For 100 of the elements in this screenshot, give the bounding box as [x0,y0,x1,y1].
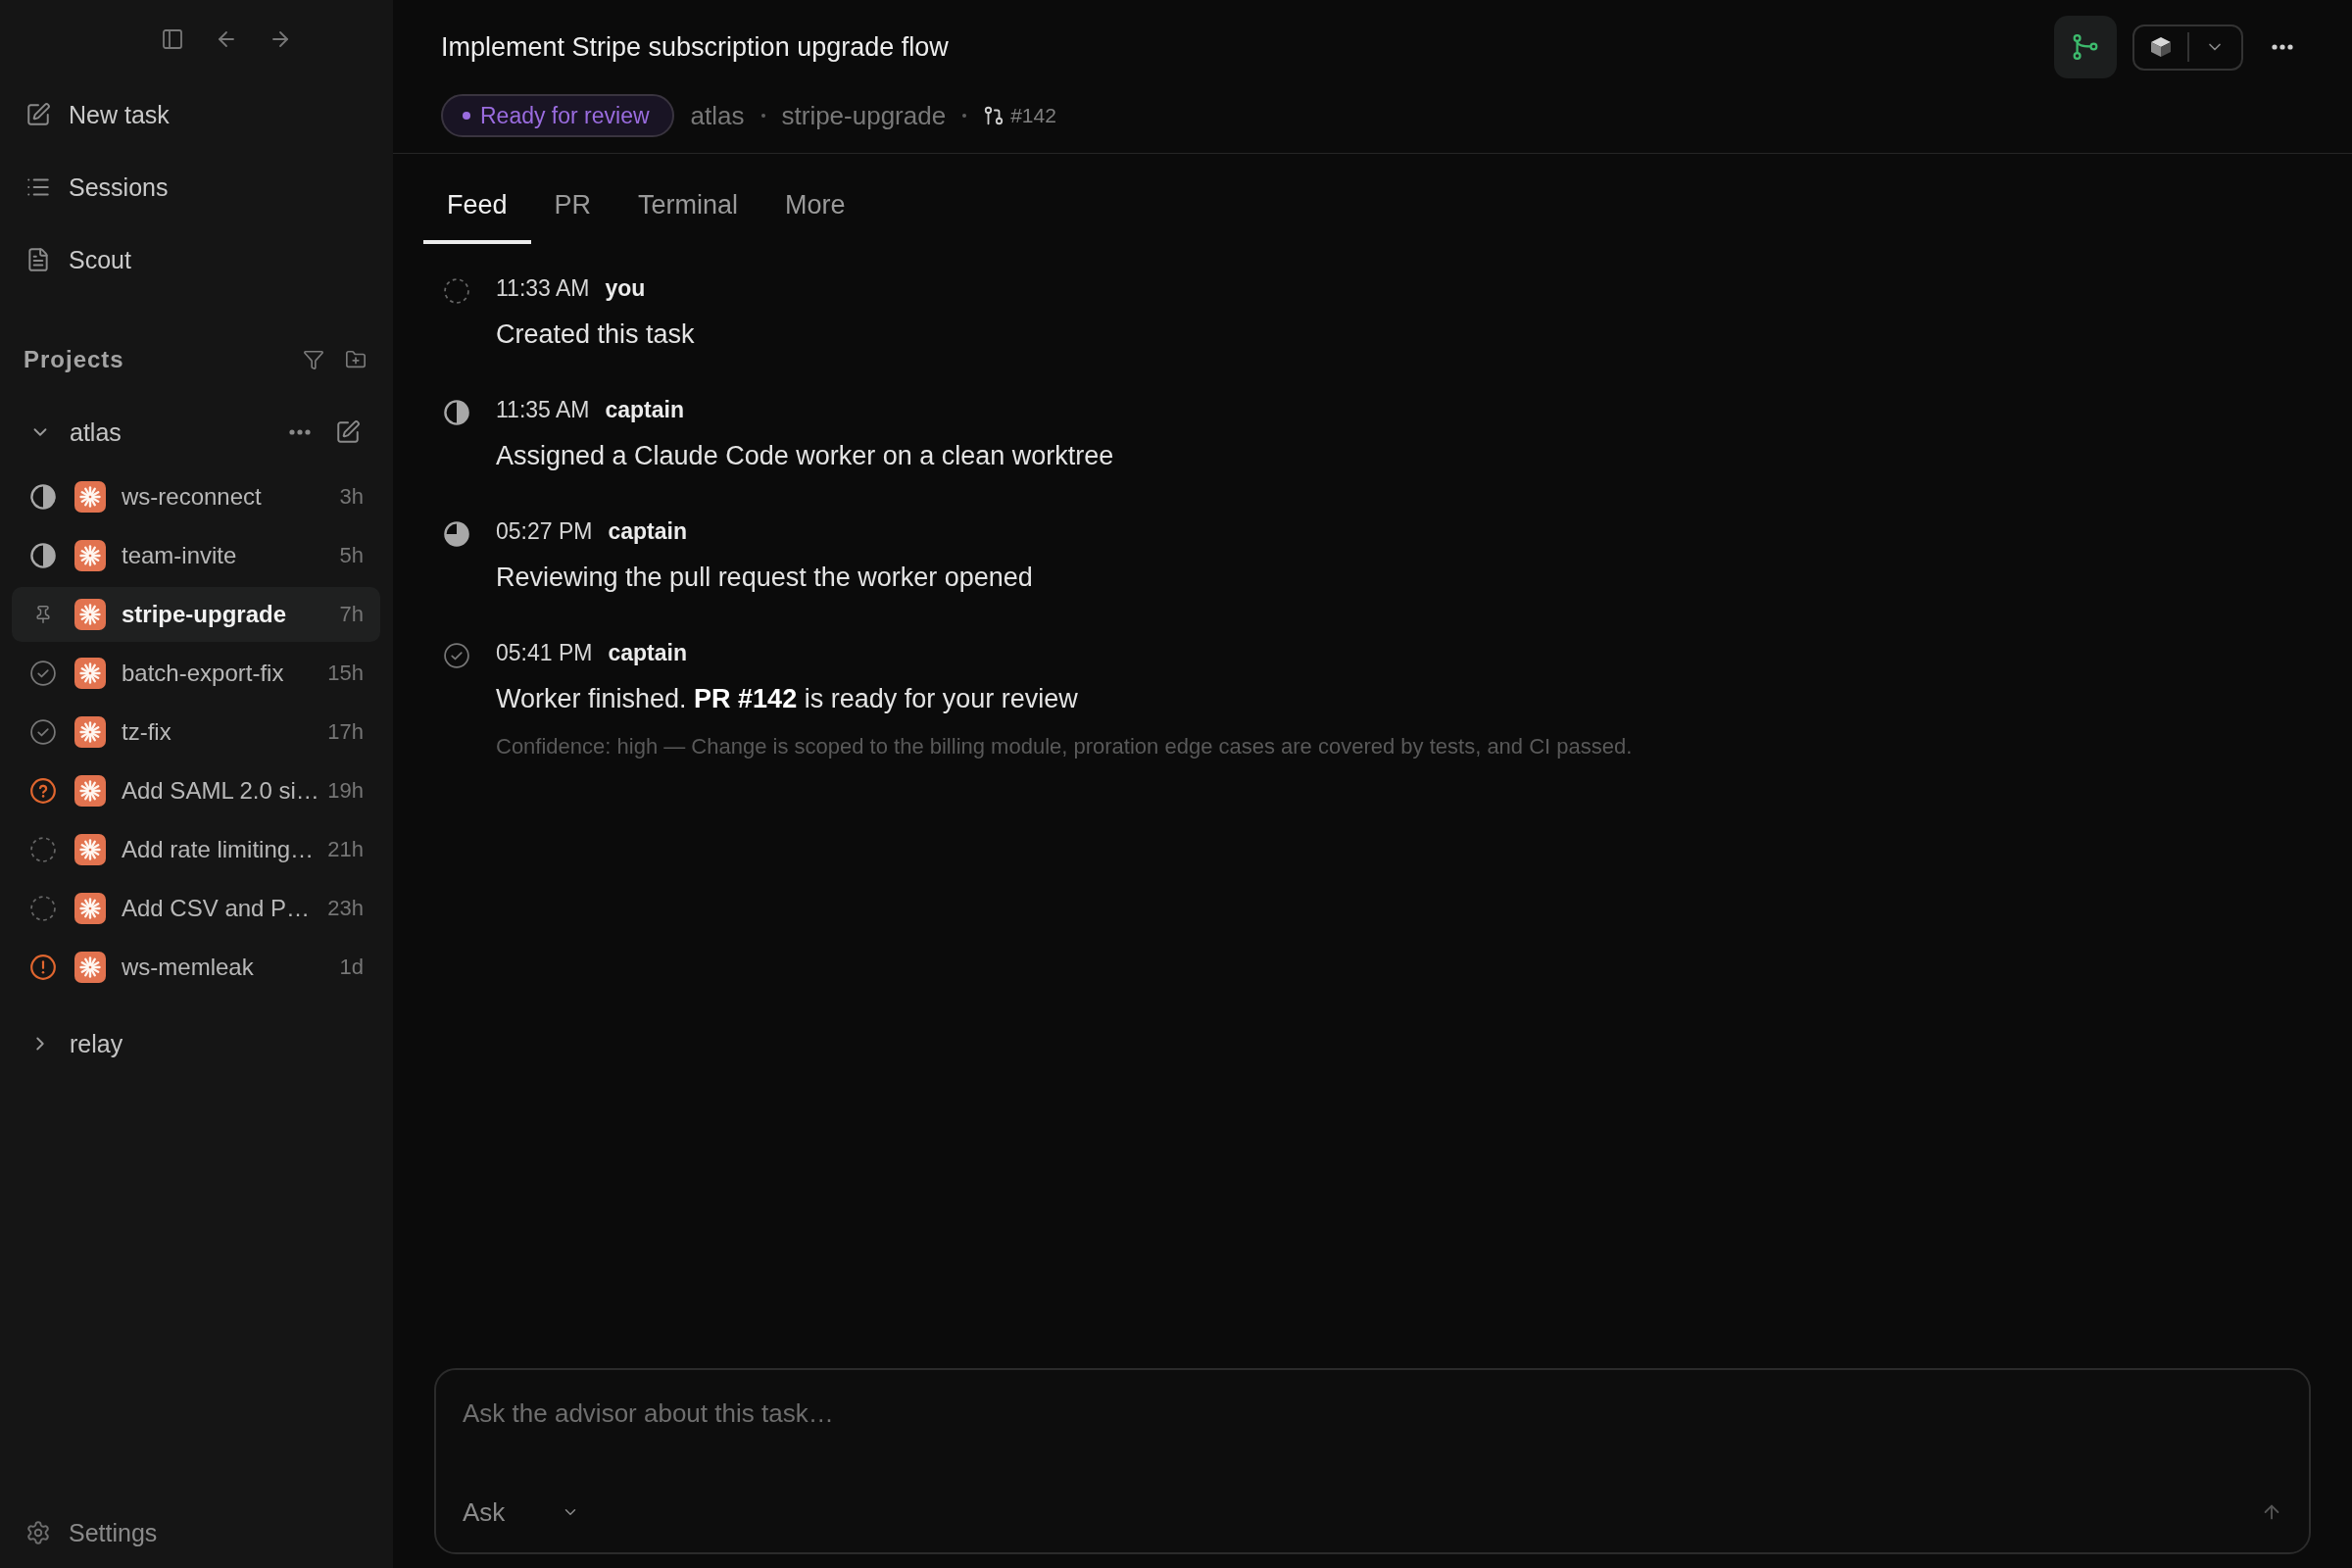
ellipsis-icon [2272,44,2293,50]
check-circle-icon [30,719,56,745]
dashed-circle-icon [30,837,56,862]
pin-icon [33,605,53,624]
task-title: ws-reconnect [122,483,262,511]
task-row[interactable]: stripe-upgrade 7h [12,587,380,642]
project-toggle[interactable]: atlas [29,417,122,447]
author-name: captain [608,517,687,545]
half-circle-icon [30,484,56,510]
timestamp: 05:27 PM [496,517,593,545]
compose-button[interactable] [335,419,361,445]
starburst-icon [74,658,106,689]
tab[interactable]: PR [530,170,615,244]
status-label: Ready for review [480,102,650,129]
starburst-icon [74,952,106,983]
filter-icon [303,349,324,370]
starburst-icon [74,834,106,865]
feed-message: Assigned a Claude Code worker on a clean worktree [496,440,1115,472]
task-age: 7h [339,602,364,627]
starburst-icon [74,540,106,571]
pencil-square-icon [25,102,51,127]
dashed-circle-icon [444,278,469,304]
feed-message: Worker finished. PR #142 is ready for your review [496,683,1079,715]
task-title: stripe-upgrade [122,601,287,628]
mode-dropdown[interactable]: Ask [463,1496,580,1528]
nav-item[interactable]: New task [12,78,380,151]
feed-message: Reviewing the pull request the worker opened [496,562,1034,594]
tab[interactable]: Feed [423,170,531,244]
task-age: 23h [327,896,364,921]
new-folder-button[interactable] [345,349,367,370]
dashed-circle-icon [30,896,56,921]
starburst-icon [74,716,106,748]
task-title: Add CSV and P… [122,895,311,922]
task-row[interactable]: Add rate limiting… 21h [12,822,380,877]
settings-button[interactable]: Settings [12,1503,380,1562]
task-row[interactable]: batch-export-fix 15h [12,646,380,701]
filter-button[interactable] [303,349,324,370]
task-title: ws-memleak [122,954,254,981]
ellipsis-icon [289,429,311,435]
task-age: 21h [327,837,364,862]
tab[interactable]: More [761,170,869,244]
timestamp: 11:33 AM [496,274,590,302]
task-row[interactable]: tz-fix 17h [12,705,380,760]
check-circle-icon [30,661,56,686]
task-age: 15h [327,661,364,686]
task-title: team-invite [122,542,237,569]
sidebar-toggle-button[interactable] [161,27,184,51]
task-age: 1d [339,955,364,980]
more-button[interactable] [2272,44,2293,50]
pencil-square-icon [335,419,361,445]
pull-request-icon [983,105,1005,126]
document-icon [25,247,51,272]
branch-icon [2073,34,2098,60]
section-heading: Projects [24,346,124,373]
feed-message: Created this task [496,318,696,351]
feed-note: Confidence: high — Change is scoped to the billing module, proration edge cases are covered by tests, and CI passed. [496,733,1634,760]
starburst-icon [74,599,106,630]
task-row[interactable]: Add CSV and P… 23h [12,881,380,936]
author-name: captain [608,639,687,666]
question-circle-icon [30,778,56,804]
settings-icon [25,1520,51,1545]
starburst-icon [74,775,106,807]
task-row[interactable]: ws-reconnect 3h [12,469,380,524]
panel-icon [161,27,184,51]
message-composer[interactable]: Ask the advisor about this task… Ask [434,1368,2311,1554]
project-toggle[interactable]: relay [29,1029,123,1058]
task-title: Add SAML 2.0 si… [122,777,319,805]
alert-circle-icon [30,955,56,980]
check-circle-icon [444,643,469,668]
dot-icon [463,112,470,120]
task-title: Add rate limiting… [122,836,315,863]
branch-button[interactable] [2054,16,2117,78]
branch-name: stripe-upgrade [781,100,947,131]
pie-icon [444,521,469,547]
nav-item[interactable]: Scout [12,223,380,296]
message-input[interactable]: Ask the advisor about this task… [463,1394,2282,1490]
author-name: captain [605,396,684,423]
cube-icon [2150,37,2171,57]
timestamp: 11:35 AM [496,396,590,423]
pr-number[interactable]: #142 [1010,104,1056,127]
tab[interactable]: Terminal [614,170,762,244]
task-age: 19h [327,778,364,804]
task-title: Implement Stripe subscription upgrade flow [441,31,950,64]
starburst-icon [74,481,106,513]
more-button[interactable] [289,429,311,435]
folder-plus-icon [345,349,367,370]
nav-item[interactable]: Sessions [12,151,380,223]
task-title: tz-fix [122,718,172,746]
task-title: batch-export-fix [122,660,284,687]
starburst-icon [74,893,106,924]
task-row[interactable]: ws-memleak 1d [12,940,380,995]
author-name: you [605,274,646,302]
task-age: 3h [339,484,364,510]
task-row[interactable]: team-invite 5h [12,528,380,583]
task-age: 5h [339,543,364,568]
timestamp: 05:41 PM [496,639,593,666]
half-circle-icon [30,543,56,568]
project-name: atlas [690,100,745,131]
task-age: 17h [327,719,364,745]
task-row[interactable]: Add SAML 2.0 si… 19h [12,763,380,818]
